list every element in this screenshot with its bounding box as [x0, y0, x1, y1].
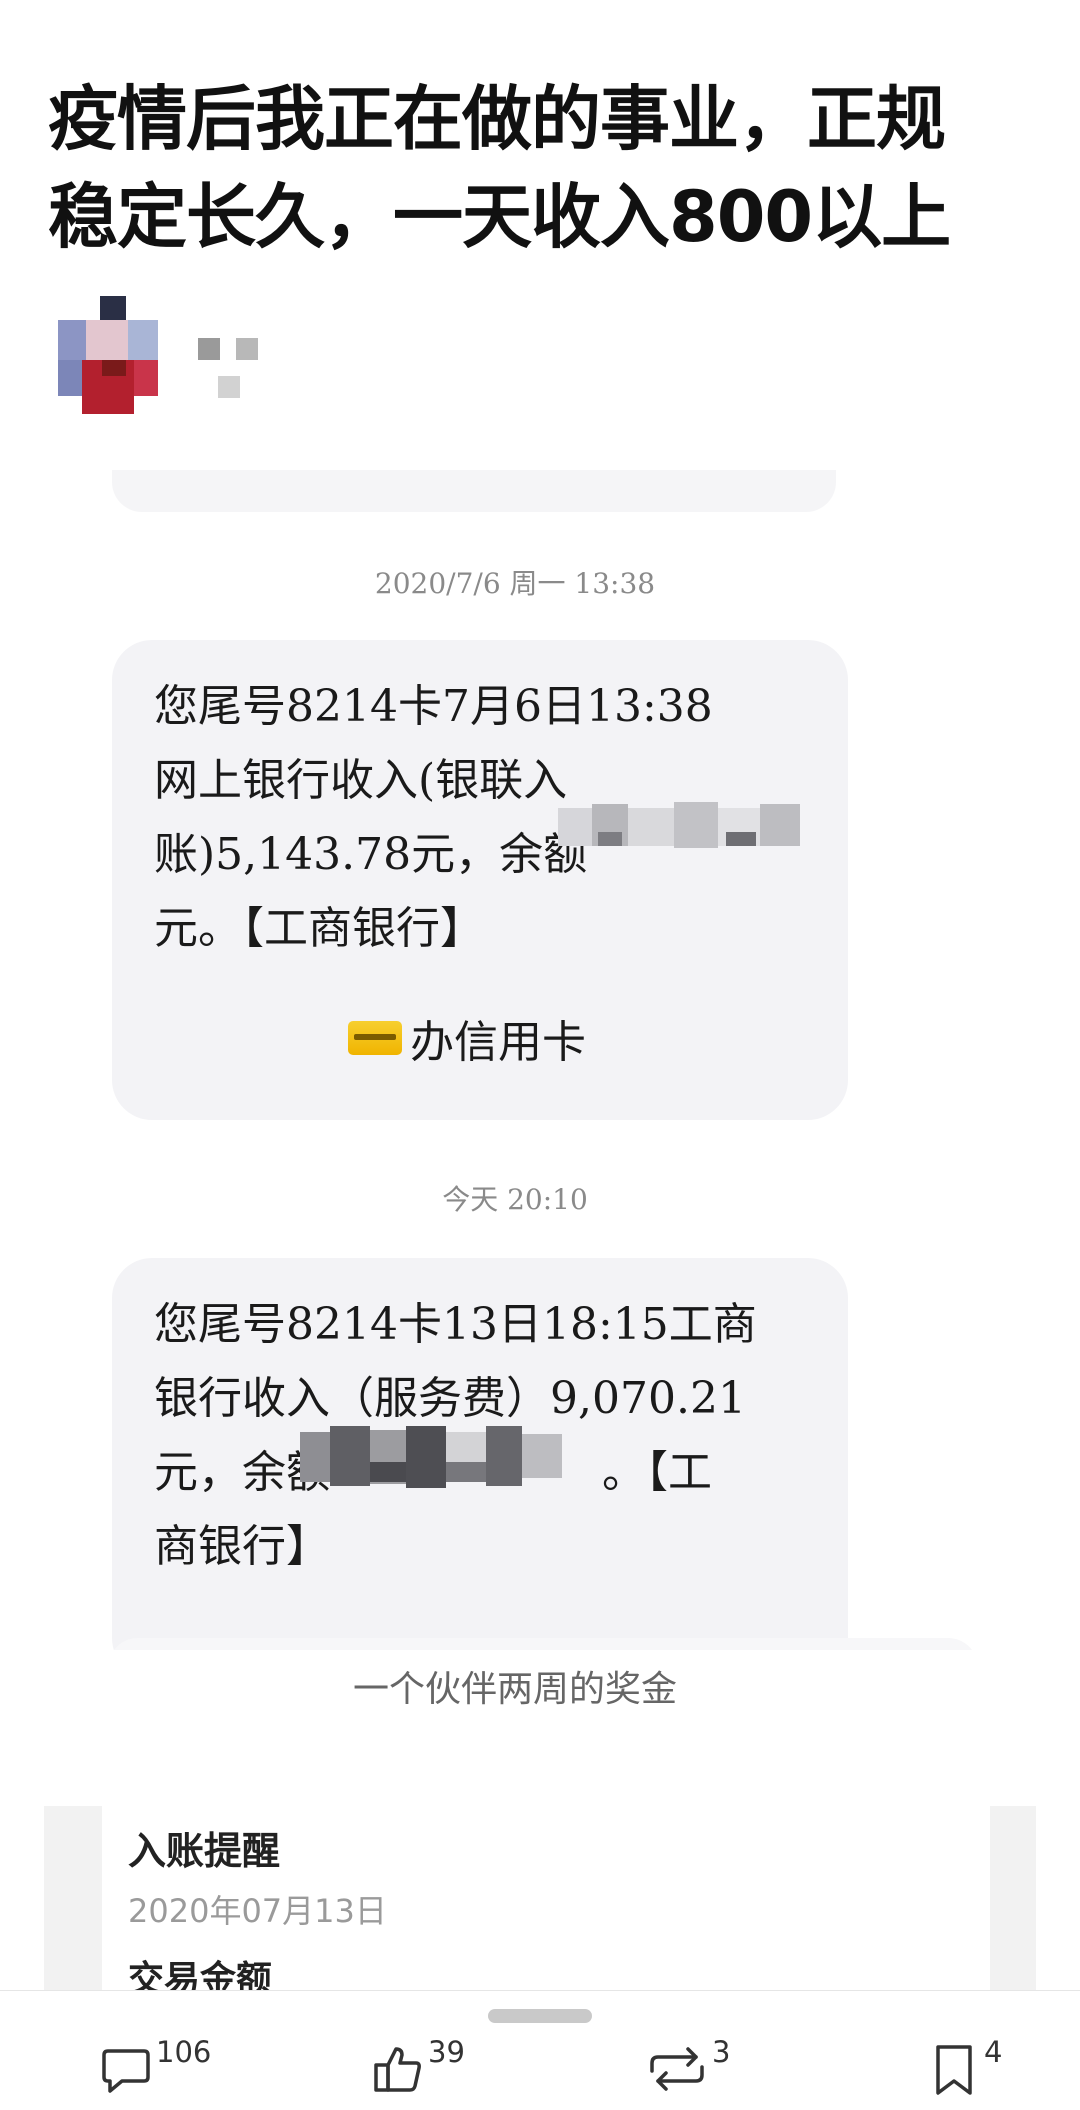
drag-handle[interactable]	[488, 2009, 592, 2023]
sms-screenshot[interactable]: 2020/7/6 周一 13:38 您尾号8214卡7月6日13:38 网上银行…	[0, 470, 1080, 1650]
sms-message-bubble: 您尾号8214卡13日18:15工商 银行收入（服务费）9,070.21 元，余…	[112, 1258, 848, 1650]
author-row[interactable]	[58, 296, 278, 416]
bookmark-button[interactable]: 4	[930, 2035, 1010, 2099]
headline-line-1: 疫情后我正在做的事业，正规	[48, 78, 946, 160]
sms-line: 您尾号8214卡7月6日13:38	[154, 681, 713, 732]
bottom-action-bar: 106 39 3 4	[0, 1990, 1080, 2110]
like-count: 39	[428, 2035, 465, 2069]
credit-card-link[interactable]: 办信用卡	[348, 1008, 586, 1068]
sms-line-end: 。【工	[602, 1447, 712, 1498]
message-timestamp: 2020/7/6 周一 13:38	[374, 567, 656, 600]
headline-line-2: 稳定长久，一天收入800以上	[48, 176, 951, 258]
previous-message-bubble	[112, 470, 836, 512]
sms-line: 元。【工商银行】	[154, 903, 484, 954]
notice-title: 入账提醒	[128, 1829, 281, 1873]
sms-message-bubble: 您尾号8214卡7月6日13:38 网上银行收入(银联入 账)5,143.78元…	[112, 640, 848, 1120]
credit-card-label: 办信用卡	[410, 1017, 586, 1068]
next-message-bubble	[108, 1638, 978, 1650]
bookmark-icon	[936, 2045, 972, 2095]
deposit-notice-screenshot[interactable]: 入账提醒 2020年07月13日 交易金额	[44, 1806, 1036, 1996]
repost-icon	[650, 2047, 704, 2091]
message-timestamp: 今天 20:10	[442, 1183, 588, 1216]
post-headline: 疫情后我正在做的事业，正规 稳定长久，一天收入800以上	[48, 70, 1048, 266]
comment-icon	[102, 2049, 150, 2093]
sms-line: 银行收入（服务费）9,070.21	[154, 1373, 746, 1424]
sms-line: 您尾号8214卡13日18:15工商	[154, 1299, 757, 1350]
username[interactable]	[198, 338, 258, 398]
sms-line: 商银行】	[154, 1521, 330, 1572]
repost-button[interactable]: 3	[646, 2035, 736, 2099]
image-caption: 一个伙伴两周的奖金	[352, 1669, 677, 1710]
comment-button[interactable]: 106	[100, 2035, 212, 2099]
bookmark-count: 4	[984, 2035, 1003, 2069]
repost-count: 3	[712, 2035, 731, 2069]
avatar[interactable]	[58, 296, 158, 416]
notice-date: 2020年07月13日	[128, 1892, 387, 1930]
redacted-balance	[558, 800, 808, 850]
comment-count: 106	[156, 2035, 212, 2069]
redacted-balance	[300, 1426, 580, 1488]
like-button[interactable]: 39	[372, 2035, 482, 2099]
thumbs-up-icon	[374, 2047, 421, 2092]
credit-card-icon	[348, 1021, 402, 1055]
